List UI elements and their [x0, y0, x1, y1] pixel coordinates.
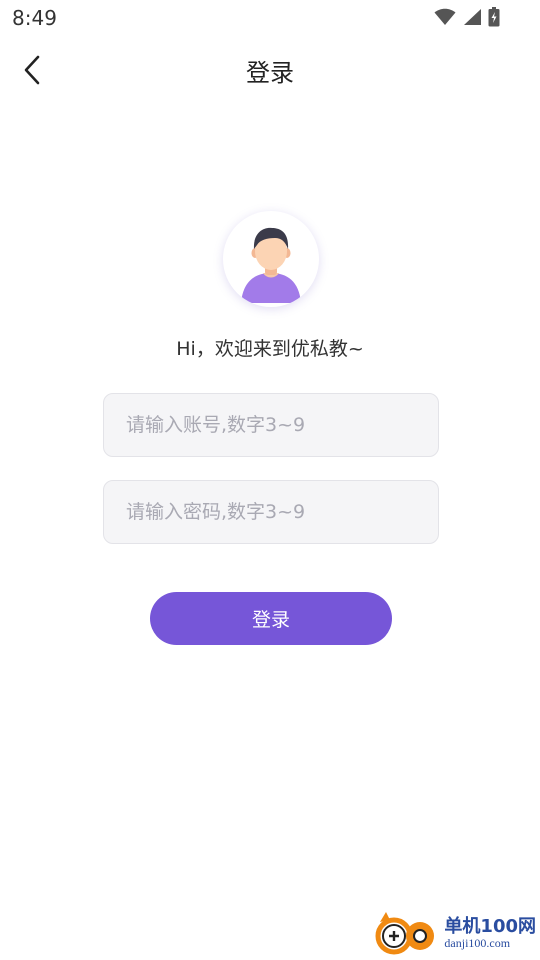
- page-title: 登录: [246, 59, 294, 87]
- login-button[interactable]: 登录: [150, 592, 392, 645]
- watermark-url: danji100.com: [444, 936, 511, 951]
- header: 登录: [0, 40, 540, 96]
- greeting-text: Hi，欢迎来到优私教~: [176, 338, 364, 360]
- login-screen: 8:49 登录 Hi，欢迎来到优私教~ 请输入账号,数字3~9 登录 单机100…: [0, 0, 540, 960]
- password-input[interactable]: [104, 481, 438, 543]
- avatar: [223, 211, 319, 307]
- wifi-icon: [434, 8, 456, 25]
- account-input[interactable]: [104, 394, 438, 456]
- status-icons: [434, 7, 500, 27]
- status-bar: 8:49: [0, 0, 540, 36]
- battery-icon: [488, 7, 500, 27]
- status-time: 8:49: [12, 6, 57, 30]
- signal-icon: [464, 9, 481, 25]
- watermark-logo-icon: [375, 912, 435, 955]
- watermark-name: 单机100网: [444, 916, 536, 938]
- user-avatar-illustration: [241, 227, 301, 303]
- account-field[interactable]: [103, 393, 439, 457]
- watermark-text: 单机100网 danji100.com: [444, 916, 536, 951]
- password-field[interactable]: [103, 480, 439, 544]
- watermark: 单机100网 danji100.com: [374, 910, 536, 958]
